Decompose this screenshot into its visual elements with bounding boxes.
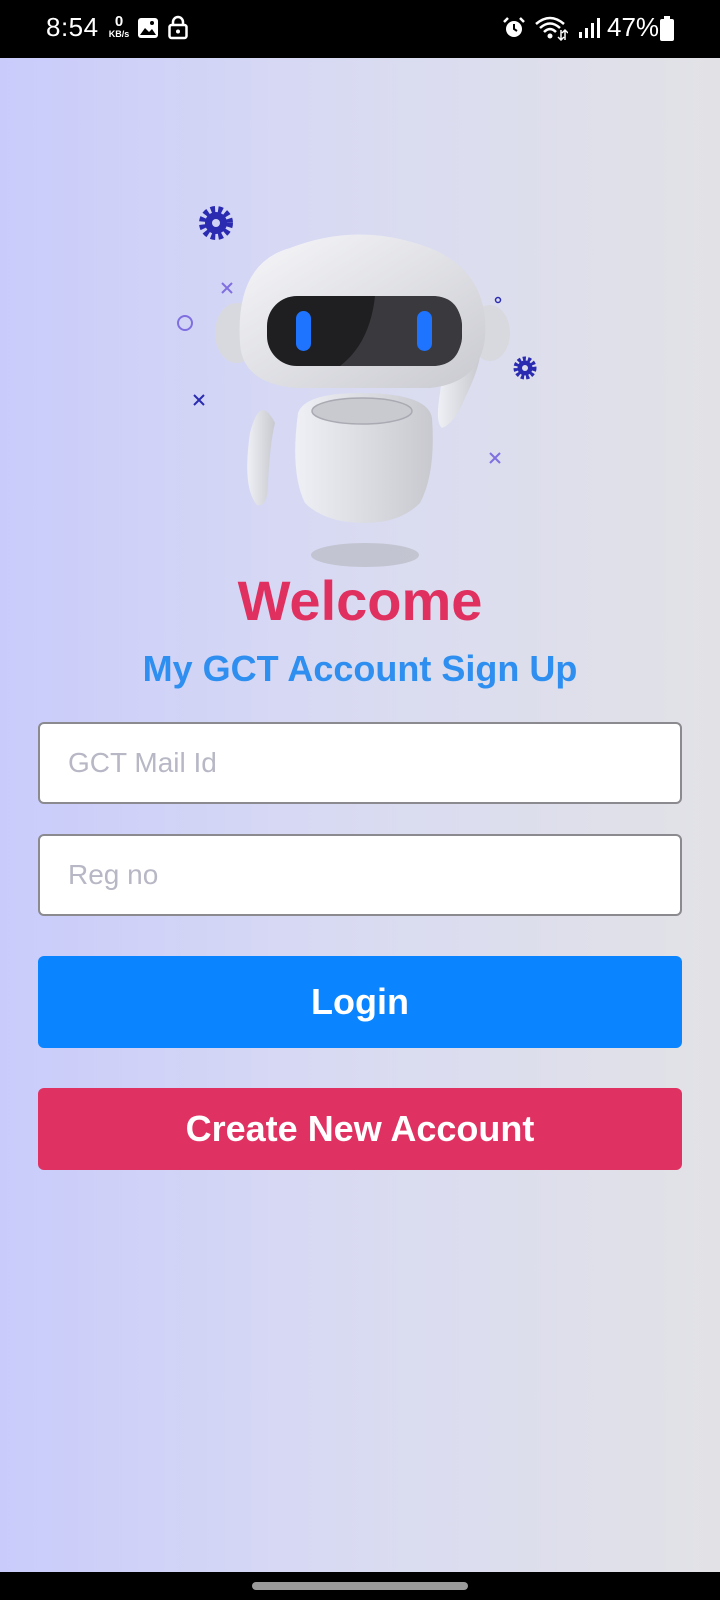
create-account-button[interactable]: Create New Account [38,1088,682,1170]
navigation-bar [0,1572,720,1600]
login-button[interactable]: Login [38,956,682,1048]
robot-illustration [177,206,537,567]
signup-subtitle: My GCT Account Sign Up [142,648,578,689]
network-speed-value: 0 [114,13,124,30]
wifi-icon [535,16,568,41]
lock-icon [168,15,188,40]
reg-no-field[interactable] [38,834,682,916]
battery-percent: 47% [607,12,660,42]
alarm-icon [503,17,525,37]
battery-icon [660,16,674,41]
signal-icon [579,18,600,38]
gear-icon [199,206,233,240]
network-speed-unit: KB/s [108,29,130,39]
signup-screen: Welcome My GCT Account Sign Up Login Cre… [0,58,720,1572]
status-time: 8:54 [46,12,99,42]
email-field[interactable] [38,722,682,804]
home-gesture-handle[interactable] [252,1582,468,1590]
gear-icon [513,356,537,380]
welcome-title: Welcome [237,569,483,632]
image-icon [138,18,158,38]
network-speed: 0 KB/s [104,14,134,39]
status-bar: 8:54 0 KB/s 47% [0,0,720,58]
